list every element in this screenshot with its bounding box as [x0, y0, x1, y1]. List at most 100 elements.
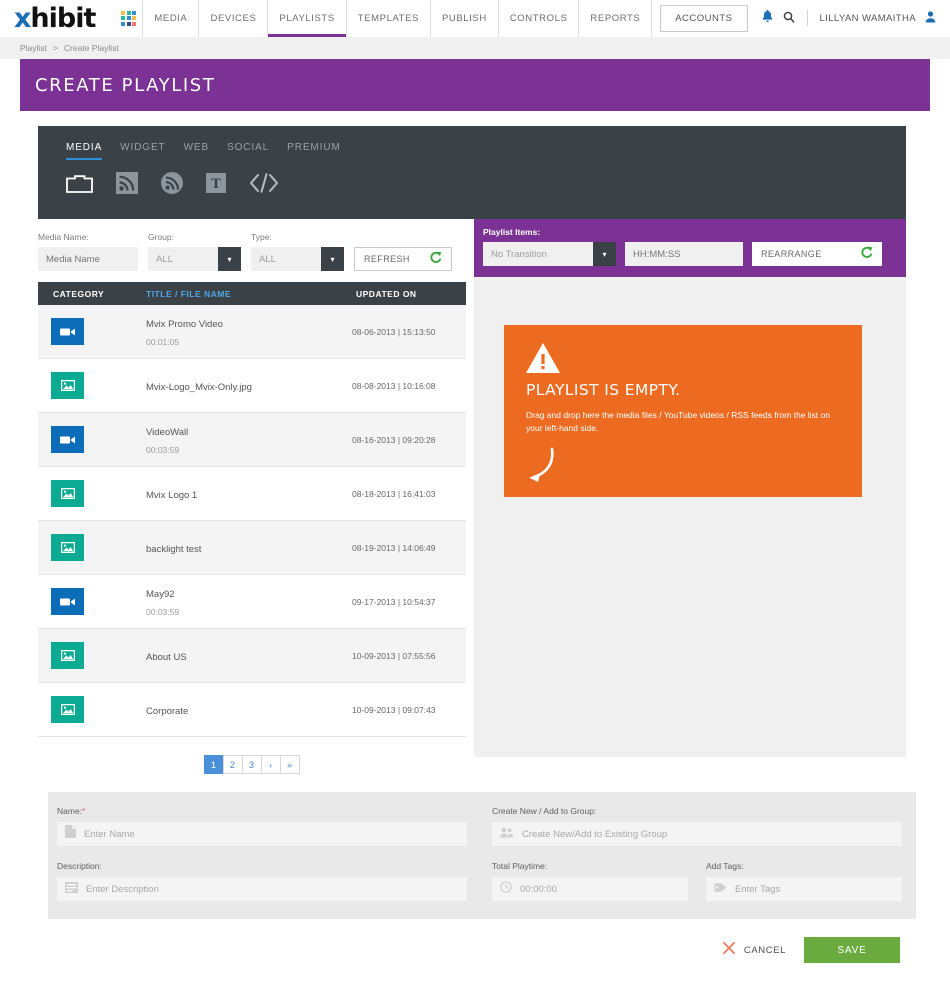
- page-3-button[interactable]: 3: [241, 755, 262, 774]
- table-row[interactable]: Corporate 10-09-2013 | 09:07:43: [38, 683, 466, 737]
- accounts-button[interactable]: ACCOUNTS: [660, 4, 748, 32]
- tags-input-placeholder: Enter Tags: [734, 883, 781, 895]
- description-field[interactable]: Enter Description: [57, 877, 467, 901]
- row-updated: 10-09-2013 | 09:07:43: [352, 704, 436, 715]
- username-label: LILLYAN WAMAITHA: [819, 12, 916, 24]
- row-category: [38, 426, 146, 453]
- playtime-value: 00:00:00: [519, 883, 557, 895]
- header-updated: UPDATED ON: [356, 288, 417, 299]
- text-icon[interactable]: T: [206, 173, 226, 193]
- cancel-button[interactable]: CANCEL: [722, 941, 786, 960]
- media-filters: Media Name: Group: ALL ▾ Type:: [38, 219, 466, 271]
- last-page-button[interactable]: »: [279, 755, 300, 774]
- page-2-button[interactable]: 2: [222, 755, 243, 774]
- image-icon: [51, 696, 84, 723]
- chevron-down-icon[interactable]: ▾: [218, 247, 241, 271]
- rearrange-label: REARRANGE: [761, 249, 822, 259]
- lines-icon: [65, 880, 78, 898]
- table-row[interactable]: Mvix Logo 1 08-18-2013 | 16:41:03: [38, 467, 466, 521]
- nav-item-media[interactable]: MEDIA: [142, 0, 200, 37]
- form-left-column: Name:* Enter Name Description: Enter Des…: [57, 806, 482, 901]
- create-playlist-card: CREATE PLAYLIST MEDIA WIDGET WEB SOCIAL …: [20, 59, 930, 963]
- table-row[interactable]: May92 00:03:59 09-17-2013 | 10:54:37: [38, 575, 466, 629]
- save-button[interactable]: SAVE: [804, 937, 900, 963]
- tag-icon: [714, 880, 727, 898]
- nav-item-controls[interactable]: CONTROLS: [499, 0, 580, 37]
- tags-label: Add Tags:: [705, 861, 744, 871]
- grid-icon[interactable]: [121, 10, 137, 26]
- bell-icon[interactable]: [762, 10, 773, 26]
- name-field[interactable]: Enter Name: [57, 822, 467, 846]
- rss-circle-icon[interactable]: [161, 172, 183, 194]
- header-title: TITLE / FILE NAME: [146, 288, 231, 299]
- next-page-button[interactable]: ›: [260, 755, 281, 774]
- image-icon: [51, 642, 84, 669]
- table-row[interactable]: About US 10-09-2013 | 07:55:56: [38, 629, 466, 683]
- nav-item-playlists[interactable]: PLAYLISTS: [268, 0, 347, 37]
- nav-item-devices[interactable]: DEVICES: [199, 0, 269, 37]
- table-row[interactable]: VideoWall 00:03:59 08-16-2013 | 09:20:28: [38, 413, 466, 467]
- tab-web[interactable]: WEB: [184, 142, 209, 160]
- nav-item-publish[interactable]: PUBLISH: [431, 0, 499, 37]
- rearrange-button[interactable]: REARRANGE: [752, 242, 882, 266]
- image-icon: [51, 372, 84, 399]
- playlist-drop-zone[interactable]: PLAYLIST IS EMPTY. Drag and drop here th…: [474, 277, 906, 757]
- tab-premium[interactable]: PREMIUM: [287, 142, 341, 160]
- tab-media[interactable]: MEDIA: [66, 142, 103, 160]
- rss-square-icon[interactable]: [116, 172, 138, 194]
- refresh-icon: [861, 245, 873, 263]
- page-1-button[interactable]: 1: [203, 755, 224, 774]
- table-row[interactable]: backlight test 08-19-2013 | 14:06:49: [38, 521, 466, 575]
- type-select[interactable]: ALL ▾: [251, 247, 344, 271]
- nav-label: TEMPLATES: [357, 12, 419, 24]
- group-select[interactable]: ALL ▾: [148, 247, 241, 271]
- breadcrumb-parent[interactable]: Playlist: [20, 43, 47, 53]
- form-right-column: Create New / Add to Group: Create New/Ad…: [482, 806, 907, 901]
- tab-social[interactable]: SOCIAL: [227, 142, 269, 160]
- media-name-input[interactable]: [38, 247, 138, 271]
- group-field[interactable]: Create New/Add to Existing Group: [491, 822, 902, 846]
- user-icon[interactable]: [925, 10, 936, 26]
- row-category: [38, 696, 146, 723]
- row-updated: 08-19-2013 | 14:06:49: [352, 542, 436, 553]
- description-field-group: Description: Enter Description: [57, 861, 482, 901]
- refresh-button[interactable]: REFRESH: [354, 247, 452, 271]
- row-title: Mvix-Logo_Mvix-Only.jpg: [146, 381, 252, 393]
- code-icon[interactable]: [249, 172, 279, 194]
- chevron-down-icon[interactable]: ▾: [321, 247, 344, 271]
- content-columns: Media Name: Group: ALL ▾ Type:: [30, 219, 920, 774]
- refresh-icon: [430, 250, 442, 268]
- row-title: VideoWall: [146, 426, 189, 438]
- nav-item-reports[interactable]: REPORTS: [579, 0, 653, 37]
- folder-icon[interactable]: [66, 172, 93, 194]
- document-icon: [65, 825, 76, 843]
- breadcrumb-current: Create Playlist: [63, 43, 119, 53]
- type-select-value: ALL: [251, 247, 321, 271]
- chevron-down-icon[interactable]: ▾: [593, 242, 616, 266]
- transition-select[interactable]: No Transition ▾: [483, 242, 616, 266]
- nav-label: DEVICES: [210, 12, 257, 24]
- row-category: [38, 588, 146, 615]
- table-row[interactable]: Mvix Promo Video 00:01:05 08-06-2013 | 1…: [38, 305, 466, 359]
- pagination: 1 2 3 › »: [38, 737, 466, 774]
- tab-widget[interactable]: WIDGET: [120, 142, 165, 160]
- group-select-value: ALL: [148, 247, 218, 271]
- breadcrumb: Playlist > Create Playlist: [0, 37, 950, 59]
- source-panel: MEDIA WIDGET WEB SOCIAL PREMIUM T: [38, 126, 906, 219]
- cancel-label: CANCEL: [743, 944, 786, 956]
- search-icon[interactable]: [783, 11, 795, 26]
- duration-input[interactable]: [625, 242, 743, 266]
- main-nav-items: MEDIA DEVICES PLAYLISTS TEMPLATES PUBLIS…: [142, 0, 653, 37]
- row-title-cell: VideoWall 00:03:59: [146, 422, 352, 458]
- row-duration: 00:03:59: [146, 444, 180, 455]
- row-category: [38, 318, 146, 345]
- tags-field[interactable]: Enter Tags: [705, 877, 902, 901]
- video-icon: [51, 588, 84, 615]
- nav-item-templates[interactable]: TEMPLATES: [347, 0, 431, 37]
- source-tabs: MEDIA WIDGET WEB SOCIAL PREMIUM: [38, 126, 906, 160]
- table-row[interactable]: Mvix-Logo_Mvix-Only.jpg 08-08-2013 | 10:…: [38, 359, 466, 413]
- playlist-column: Playlist Items: No Transition ▾ REARRANG…: [474, 219, 906, 774]
- app-logo[interactable]: xhibit: [14, 5, 96, 32]
- row-title: backlight test: [146, 543, 202, 555]
- row-title-cell: May92 00:03:59: [146, 584, 352, 620]
